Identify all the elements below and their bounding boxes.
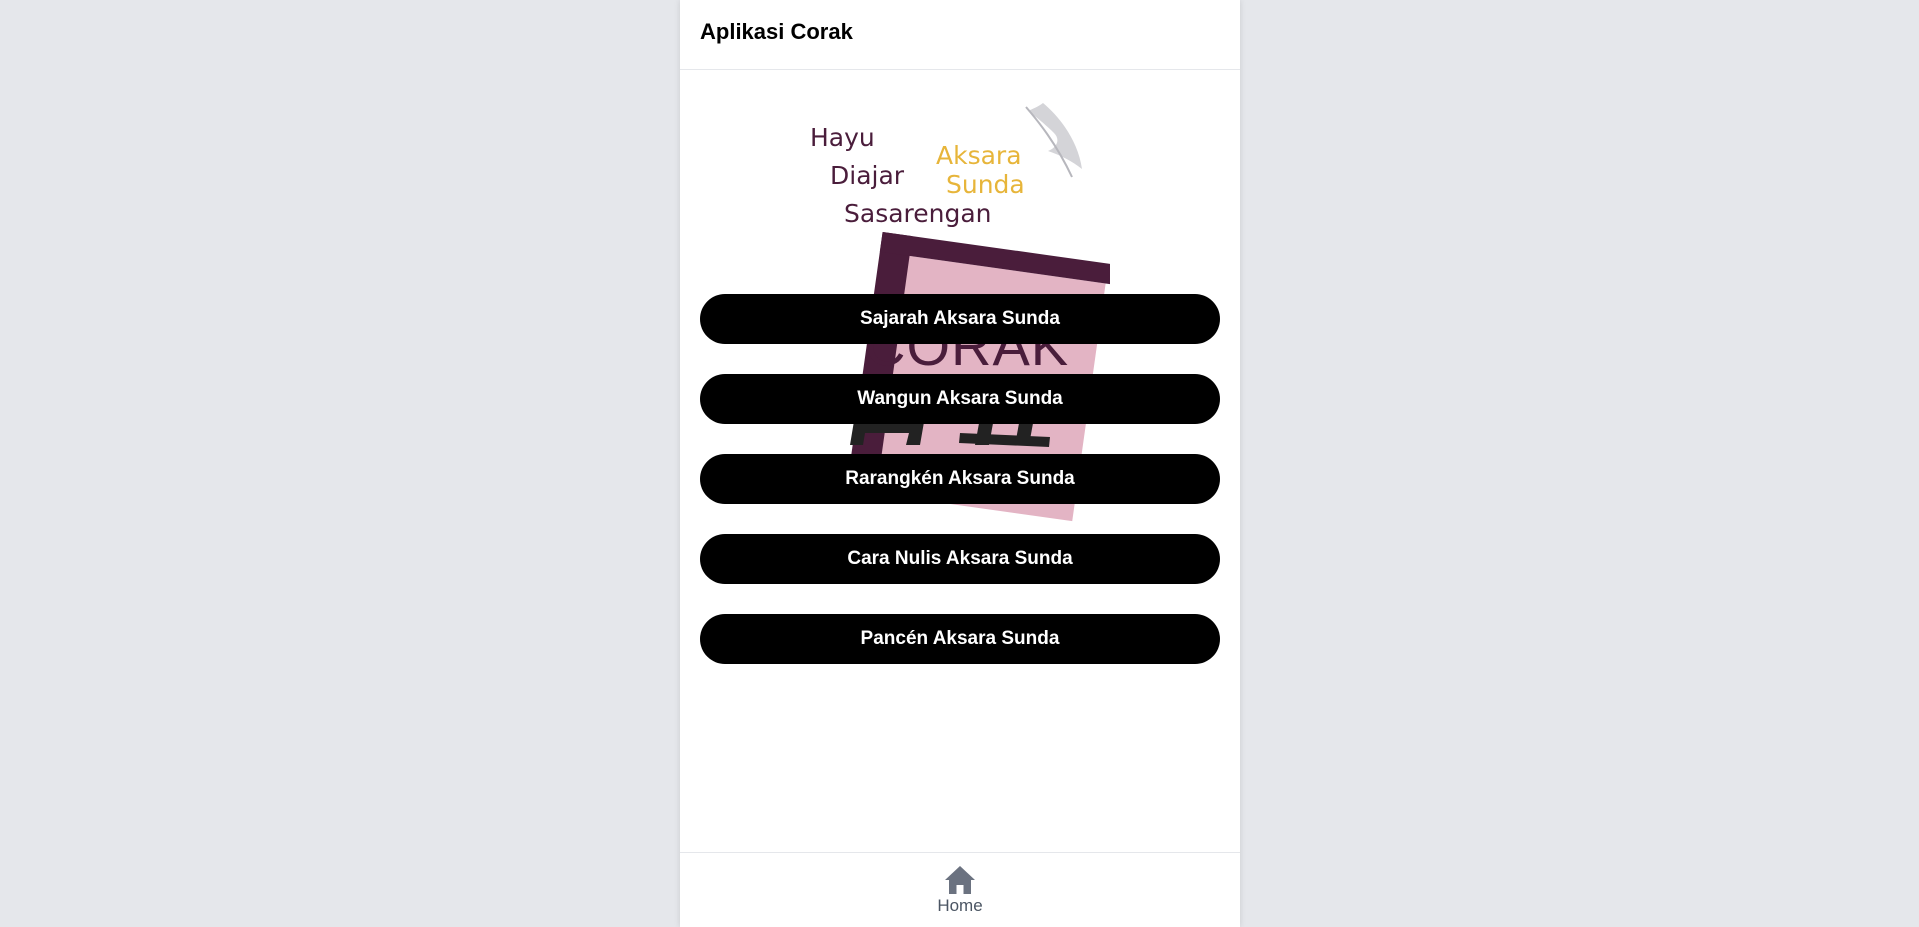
logo-tagline-2: Diajar [830, 161, 905, 190]
menu-button-rarangken[interactable]: Rarangkén Aksara Sunda [700, 454, 1220, 504]
main-menu: Sajarah Aksara Sunda Wangun Aksara Sunda… [700, 294, 1220, 694]
app-title: Aplikasi Corak [700, 19, 853, 44]
app-screen: Aplikasi Corak CORAK Hayu Diajar Sasaren… [680, 0, 1240, 927]
home-icon [945, 866, 975, 894]
logo-highlight-2: Sunda [946, 170, 1025, 199]
bottom-nav: Home [680, 852, 1240, 927]
menu-button-wangun[interactable]: Wangun Aksara Sunda [700, 374, 1220, 424]
logo-tagline-1: Hayu [810, 123, 875, 152]
menu-button-pancen[interactable]: Pancén Aksara Sunda [700, 614, 1220, 664]
menu-button-cara-nulis[interactable]: Cara Nulis Aksara Sunda [700, 534, 1220, 584]
nav-home-label: Home [937, 896, 983, 915]
logo-tagline-3: Sasarengan [844, 199, 992, 228]
logo-highlight-1: Aksara [936, 141, 1022, 170]
app-header: Aplikasi Corak [680, 0, 1240, 70]
menu-button-sajarah[interactable]: Sajarah Aksara Sunda [700, 294, 1220, 344]
nav-home-button[interactable]: Home [920, 861, 1000, 921]
